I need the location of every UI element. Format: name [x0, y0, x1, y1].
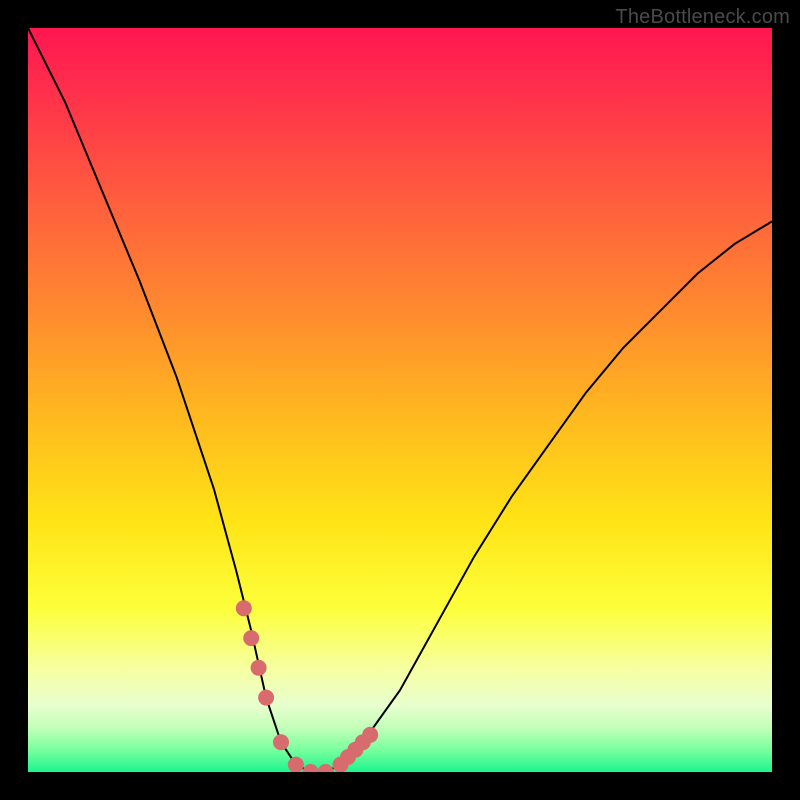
highlight-dot: [273, 734, 289, 750]
curve-layer: [28, 28, 772, 772]
plot-area: [28, 28, 772, 772]
bottleneck-curve: [28, 28, 772, 772]
highlight-dot: [258, 690, 274, 706]
chart-frame: TheBottleneck.com: [0, 0, 800, 800]
watermark-text: TheBottleneck.com: [615, 6, 790, 29]
highlight-dot: [251, 660, 267, 676]
highlight-dot: [288, 757, 304, 772]
highlight-dot: [243, 630, 259, 646]
highlight-dot: [303, 764, 319, 772]
highlight-dot: [318, 764, 334, 772]
highlight-dot: [362, 727, 378, 743]
highlight-dot: [236, 600, 252, 616]
